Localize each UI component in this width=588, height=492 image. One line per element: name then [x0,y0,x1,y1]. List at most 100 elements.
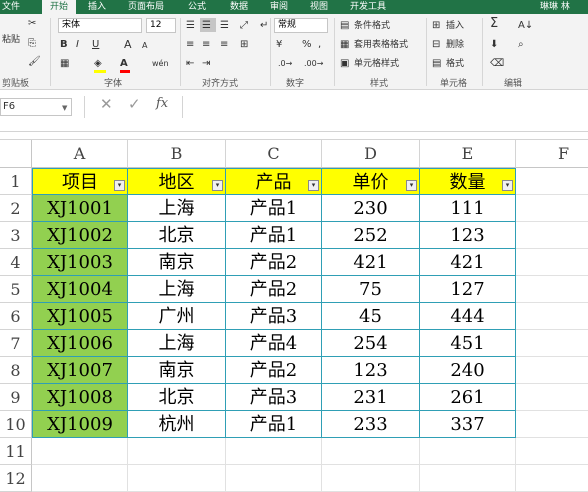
paste-button[interactable]: 粘贴 [2,34,20,46]
table-cell-c[interactable]: 产品2 [226,357,322,384]
tab-view[interactable]: 视图 [310,0,328,14]
table-cell-d[interactable]: 45 [322,303,420,330]
table-cell-d[interactable]: 233 [322,411,420,438]
wrap-text-icon[interactable]: ↵ [260,20,268,32]
increase-indent-icon[interactable]: ⇥ [202,58,210,70]
format-cells-button[interactable]: 格式 [446,58,464,70]
shrink-font-button[interactable]: A [142,40,147,52]
phonetic-button[interactable]: wén [152,58,169,70]
table-cell-a[interactable]: XJ1002 [32,222,128,249]
find-select-icon[interactable]: ⌕ [518,39,524,51]
column-header-c[interactable]: C [226,140,322,168]
column-header-d[interactable]: D [322,140,420,168]
table-cell-b[interactable]: 广州 [128,303,226,330]
fill-color-icon[interactable]: ◈ [94,58,102,70]
align-bottom-icon[interactable]: ☰ [220,20,229,32]
tab-review[interactable]: 审阅 [270,0,288,14]
confirm-entry-icon[interactable]: ✓ [128,97,141,112]
row-header[interactable]: 11 [0,438,32,465]
filter-dropdown-icon[interactable]: ▾ [502,180,513,191]
grow-font-button[interactable]: A [124,39,132,51]
column-header-f[interactable]: F [516,140,588,168]
table-cell-e[interactable]: 127 [420,276,516,303]
row-header[interactable]: 6 [0,303,32,330]
row-header[interactable]: 3 [0,222,32,249]
table-cell-b[interactable]: 上海 [128,330,226,357]
header-cell-d[interactable]: 单价 ▾ [322,168,420,195]
table-cell-a[interactable]: XJ1005 [32,303,128,330]
cell-styles-button[interactable]: 单元格样式 [354,58,399,70]
align-middle-icon[interactable]: ☰ [202,20,211,32]
table-cell-a[interactable]: XJ1004 [32,276,128,303]
clear-icon[interactable]: ⌫ [490,58,504,70]
bold-button[interactable]: B [60,39,68,51]
column-header-e[interactable]: E [420,140,516,168]
table-cell-d[interactable]: 231 [322,384,420,411]
decrease-decimal-icon[interactable]: .00→ [304,58,323,70]
borders-icon[interactable]: ▦ [60,58,69,70]
sort-filter-icon[interactable]: A↓ [518,20,533,32]
column-header-b[interactable]: B [128,140,226,168]
column-header-a[interactable]: A [32,140,128,168]
insert-function-button[interactable]: fx [156,97,168,110]
percent-button[interactable]: % [302,39,312,51]
cancel-entry-icon[interactable]: ✕ [100,97,113,112]
table-cell-c[interactable]: 产品3 [226,384,322,411]
delete-cells-button[interactable]: 删除 [446,39,464,51]
worksheet-grid[interactable]: A B C D E F 1 2 3 4 5 6 7 8 9 10 11 12 项目 ▾ 地区 ▾ 产品 ▾ 单价 ▾… [0,132,588,492]
table-cell-a[interactable]: XJ1009 [32,411,128,438]
row-header[interactable]: 8 [0,357,32,384]
table-cell-b[interactable]: 上海 [128,276,226,303]
table-cell-e[interactable]: 337 [420,411,516,438]
filter-dropdown-icon[interactable]: ▾ [114,180,125,191]
increase-decimal-icon[interactable]: .0→ [278,58,292,70]
header-cell-a[interactable]: 项目 ▾ [32,168,128,195]
copy-icon[interactable]: ⎘ [28,38,36,50]
font-size-select[interactable]: 12 [146,18,176,33]
row-header[interactable]: 2 [0,195,32,222]
table-cell-b[interactable]: 北京 [128,384,226,411]
table-cell-c[interactable]: 产品4 [226,330,322,357]
table-cell-c[interactable]: 产品2 [226,249,322,276]
row-header[interactable]: 12 [0,465,32,492]
font-color-icon[interactable]: A [120,58,128,70]
decrease-indent-icon[interactable]: ⇤ [186,58,194,70]
select-all-corner[interactable] [0,140,32,168]
align-left-icon[interactable]: ≡ [186,39,194,51]
format-as-table-button[interactable]: 套用表格格式 [354,39,408,51]
table-cell-a[interactable]: XJ1006 [32,330,128,357]
table-cell-a[interactable]: XJ1007 [32,357,128,384]
table-cell-d[interactable]: 421 [322,249,420,276]
insert-cells-button[interactable]: 插入 [446,20,464,32]
user-name[interactable]: 琳琳 林 [540,0,570,14]
filter-dropdown-icon[interactable]: ▾ [406,180,417,191]
table-cell-a[interactable]: XJ1008 [32,384,128,411]
table-cell-e[interactable]: 451 [420,330,516,357]
filter-dropdown-icon[interactable]: ▾ [308,180,319,191]
tab-file[interactable]: 文件 [2,0,26,14]
table-cell-c[interactable]: 产品2 [226,276,322,303]
underline-button[interactable]: U [92,39,99,51]
tab-home[interactable]: 开始 [42,0,76,14]
row-header[interactable]: 1 [0,168,32,195]
align-right-icon[interactable]: ≡ [220,39,228,51]
tab-developer[interactable]: 开发工具 [350,0,386,14]
tab-page-layout[interactable]: 页面布局 [128,0,164,14]
fill-icon[interactable]: ⬇ [490,39,498,51]
tab-insert[interactable]: 插入 [88,0,106,14]
table-cell-b[interactable]: 上海 [128,195,226,222]
table-cell-b[interactable]: 北京 [128,222,226,249]
row-header[interactable]: 7 [0,330,32,357]
tab-formulas[interactable]: 公式 [188,0,206,14]
table-cell-d[interactable]: 75 [322,276,420,303]
merge-center-icon[interactable]: ⊞ [240,39,248,51]
align-center-icon[interactable]: ≡ [202,39,210,51]
currency-icon[interactable]: ¥ [276,39,282,51]
align-top-icon[interactable]: ☰ [186,20,195,32]
row-header[interactable]: 9 [0,384,32,411]
table-cell-e[interactable]: 421 [420,249,516,276]
orientation-icon[interactable]: ⤢ [240,20,248,32]
table-cell-e[interactable]: 444 [420,303,516,330]
autosum-icon[interactable]: Σ [490,17,498,30]
tab-data[interactable]: 数据 [230,0,248,14]
